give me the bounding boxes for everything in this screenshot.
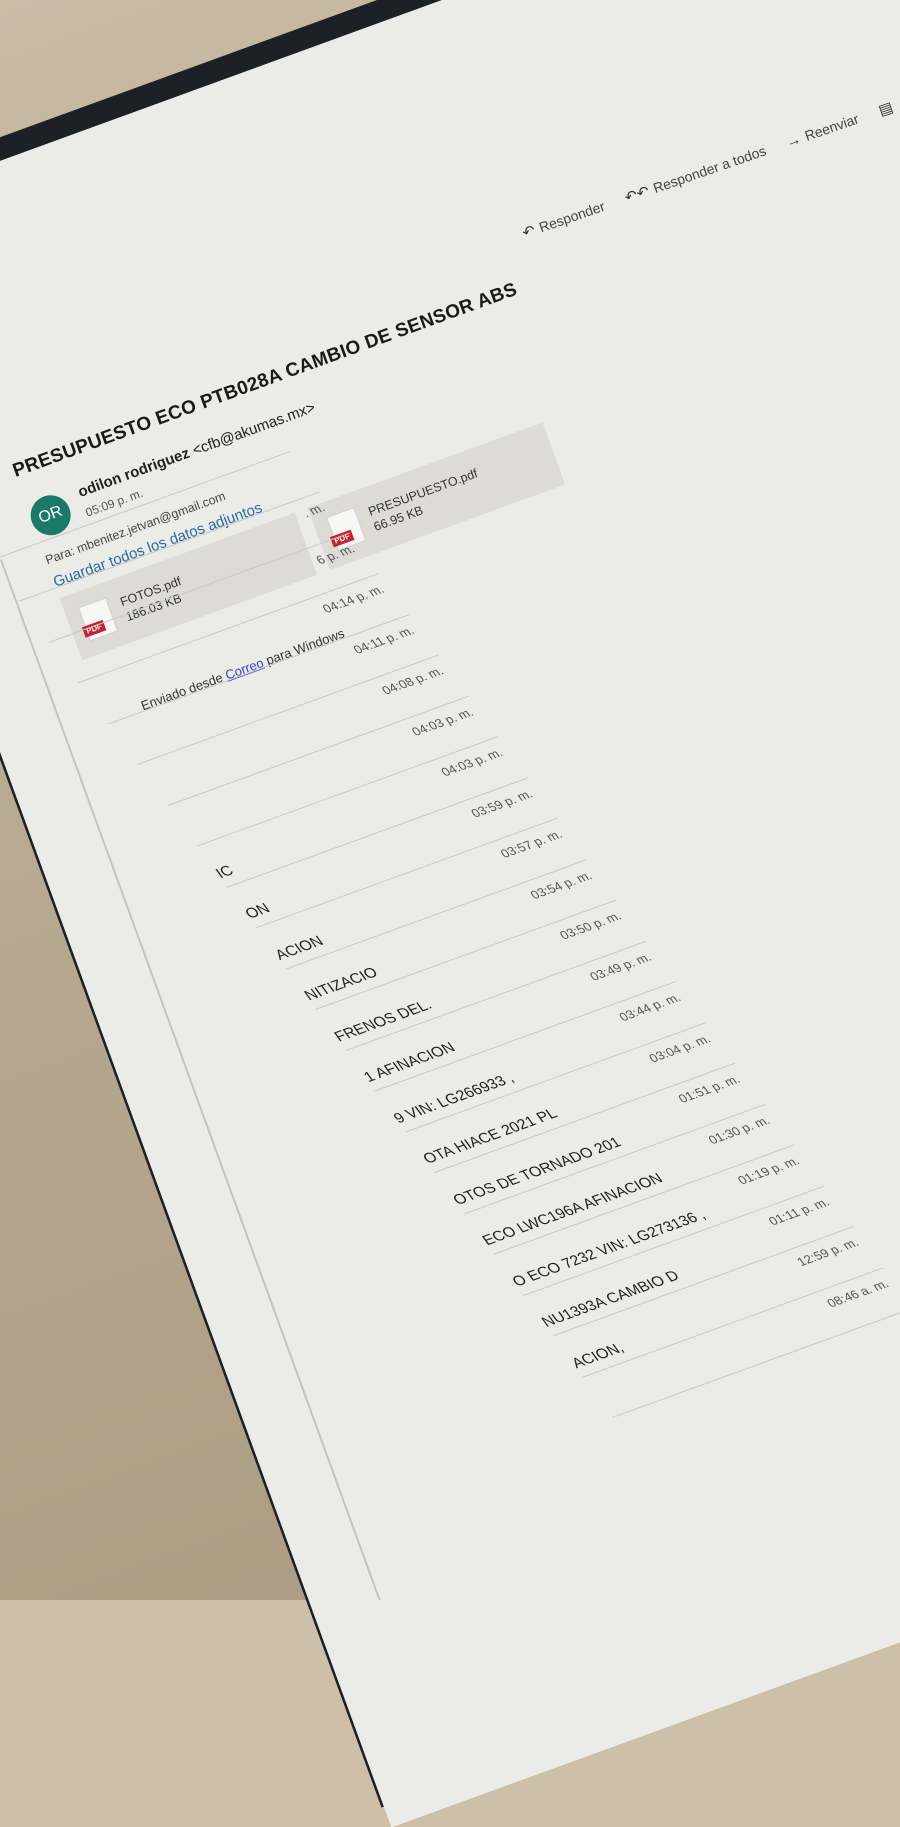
- list-item-subject: ON: [241, 900, 274, 923]
- message-list: . m. 6 p. m. 04:14 p. m. 04:11 p. m. 04:08 p…: [0, 410, 900, 1419]
- list-item-time: . m.: [299, 500, 328, 520]
- list-item-time: 6 p. m.: [313, 541, 358, 567]
- list-item-subject: IC: [212, 862, 237, 882]
- message-list-clip: . m. 6 p. m. 04:14 p. m. 04:11 p. m. 04:08 p…: [0, 0, 900, 1600]
